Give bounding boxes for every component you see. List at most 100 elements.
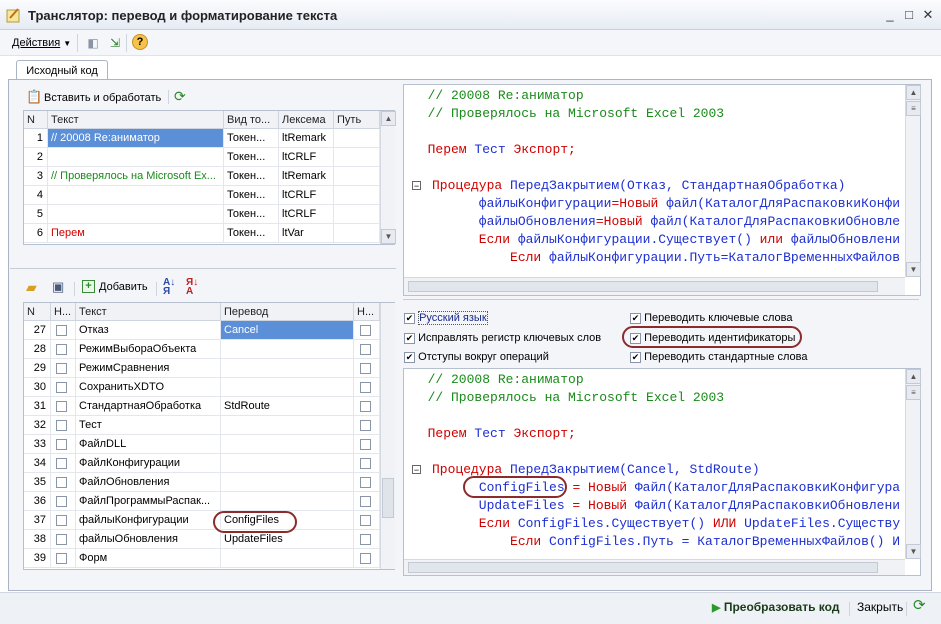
cell-flag2[interactable]: [354, 397, 380, 416]
checkbox[interactable]: [360, 533, 371, 545]
checkbox-checked[interactable]: ✔: [404, 332, 415, 344]
cell-flag2[interactable]: [354, 473, 380, 492]
cell-n[interactable]: 36: [24, 492, 51, 511]
checkbox[interactable]: [56, 419, 67, 431]
cell-flag2[interactable]: [354, 378, 380, 397]
checkbox[interactable]: [360, 324, 371, 336]
table-row[interactable]: 6 Перем Токен... ltVar: [24, 224, 380, 243]
checkbox[interactable]: [56, 362, 67, 374]
tab-source-code[interactable]: Исходный код: [16, 60, 108, 80]
checkbox[interactable]: [360, 476, 371, 488]
tokens-hscroll[interactable]: [23, 246, 395, 262]
checkbox[interactable]: [360, 514, 371, 526]
result-hscroll[interactable]: [404, 559, 905, 575]
cell-text[interactable]: [48, 186, 224, 205]
cell-n[interactable]: 39: [24, 549, 51, 568]
col-header-n[interactable]: N: [24, 111, 48, 129]
cell-text[interactable]: ФайлDLL: [76, 435, 221, 454]
cell-flag2[interactable]: [354, 321, 380, 340]
save-icon[interactable]: ▣: [52, 279, 68, 295]
sort-desc-icon[interactable]: Я↓ A: [186, 278, 202, 297]
splitter[interactable]: [403, 299, 919, 300]
actions-menu[interactable]: Действия ▼: [12, 30, 71, 56]
cell-flag[interactable]: [51, 454, 76, 473]
cell-n[interactable]: 27: [24, 321, 51, 340]
cell-flag[interactable]: [51, 359, 76, 378]
cell-n[interactable]: 5: [24, 205, 48, 224]
table-row[interactable]: 27 Отказ Cancel: [24, 321, 380, 340]
option-russian[interactable]: ✔ Русский язык: [404, 310, 488, 326]
checkbox[interactable]: [56, 533, 67, 545]
cell-text[interactable]: // Проверялось на Microsoft Ex...: [48, 167, 224, 186]
cell-flag[interactable]: [51, 549, 76, 568]
checkbox[interactable]: [56, 457, 67, 469]
cell-path[interactable]: [334, 205, 380, 224]
cell-n[interactable]: 34: [24, 454, 51, 473]
checkbox-checked[interactable]: ✔: [630, 312, 641, 324]
source-hscroll[interactable]: [404, 277, 905, 295]
table-row[interactable]: 3// Проверялось на Microsoft Ex... Токен.…: [24, 167, 380, 186]
col-header-flag[interactable]: Н...: [51, 303, 76, 321]
table-row[interactable]: 39 Форм: [24, 549, 380, 568]
checkbox[interactable]: [360, 343, 371, 355]
col-header-path[interactable]: Путь: [334, 111, 380, 129]
cell-n[interactable]: 29: [24, 359, 51, 378]
cell-flag[interactable]: [51, 416, 76, 435]
hscroll-thumb[interactable]: [408, 562, 878, 573]
cell-flag2[interactable]: [354, 359, 380, 378]
result-code-editor[interactable]: // 20008 Re:аниматор // Проверялось на M…: [403, 368, 921, 576]
cell-text[interactable]: Перем: [48, 224, 224, 243]
source-code-editor[interactable]: // 20008 Re:аниматор // Проверялось на M…: [403, 84, 921, 296]
cell-translation[interactable]: [221, 378, 354, 397]
cell-text[interactable]: СохранитьXDTO: [76, 378, 221, 397]
table-row[interactable]: 37 файлыКонфигурации ConfigFiles: [24, 511, 380, 530]
col-header-translation[interactable]: Перевод: [221, 303, 354, 321]
option-translate-keywords[interactable]: ✔ Переводить ключевые слова: [630, 310, 792, 326]
fold-icon[interactable]: −: [412, 181, 421, 191]
cell-text[interactable]: РежимВыбораОбъекта: [76, 340, 221, 359]
cell-translation[interactable]: [221, 359, 354, 378]
checkbox[interactable]: [56, 324, 67, 336]
table-row[interactable]: 29 РежимСравнения: [24, 359, 380, 378]
cell-translation[interactable]: [221, 435, 354, 454]
option-indent[interactable]: ✔ Отступы вокруг операций: [404, 349, 549, 365]
cell-translation[interactable]: [221, 340, 354, 359]
result-vscroll[interactable]: ▲ ≡ ▼: [905, 369, 921, 559]
checkbox-checked[interactable]: ✔: [404, 351, 415, 363]
cell-kind[interactable]: Токен...: [224, 186, 279, 205]
checkbox[interactable]: [360, 362, 371, 374]
col-header-text[interactable]: Текст: [48, 111, 224, 129]
cell-n[interactable]: 6: [24, 224, 48, 243]
cell-flag[interactable]: [51, 378, 76, 397]
col-header-lexeme[interactable]: Лексема: [279, 111, 334, 129]
cell-flag[interactable]: [51, 435, 76, 454]
export-icon[interactable]: ⇲: [106, 34, 124, 52]
scroll-thumb[interactable]: ≡: [906, 101, 921, 116]
cell-kind[interactable]: Токен...: [224, 224, 279, 243]
hscroll-thumb[interactable]: [408, 281, 878, 292]
cell-flag[interactable]: [51, 492, 76, 511]
cell-lexeme[interactable]: ltCRLF: [279, 148, 334, 167]
cell-flag2[interactable]: [354, 454, 380, 473]
cell-flag2[interactable]: [354, 530, 380, 549]
cell-n[interactable]: 3: [24, 167, 48, 186]
cell-translation[interactable]: [221, 416, 354, 435]
cell-kind[interactable]: Токен...: [224, 167, 279, 186]
scroll-thumb[interactable]: [382, 478, 394, 518]
scroll-down-icon[interactable]: ▼: [381, 229, 396, 244]
table-row[interactable]: 28 РежимВыбораОбъекта: [24, 340, 380, 359]
cell-flag2[interactable]: [354, 340, 380, 359]
cell-path[interactable]: [334, 167, 380, 186]
cell-n[interactable]: 37: [24, 511, 51, 530]
close-window-button[interactable]: ✕: [920, 7, 936, 23]
checkbox[interactable]: [56, 400, 67, 412]
cell-flag[interactable]: [51, 397, 76, 416]
cell-path[interactable]: [334, 224, 380, 243]
cell-n[interactable]: 32: [24, 416, 51, 435]
maximize-button[interactable]: □: [901, 7, 917, 23]
cell-flag[interactable]: [51, 511, 76, 530]
table-row[interactable]: 33 ФайлDLL: [24, 435, 380, 454]
cell-translation[interactable]: StdRoute: [221, 397, 354, 416]
cell-translation[interactable]: Cancel: [221, 321, 354, 340]
cell-text[interactable]: ФайлПрограммыРаспак...: [76, 492, 221, 511]
